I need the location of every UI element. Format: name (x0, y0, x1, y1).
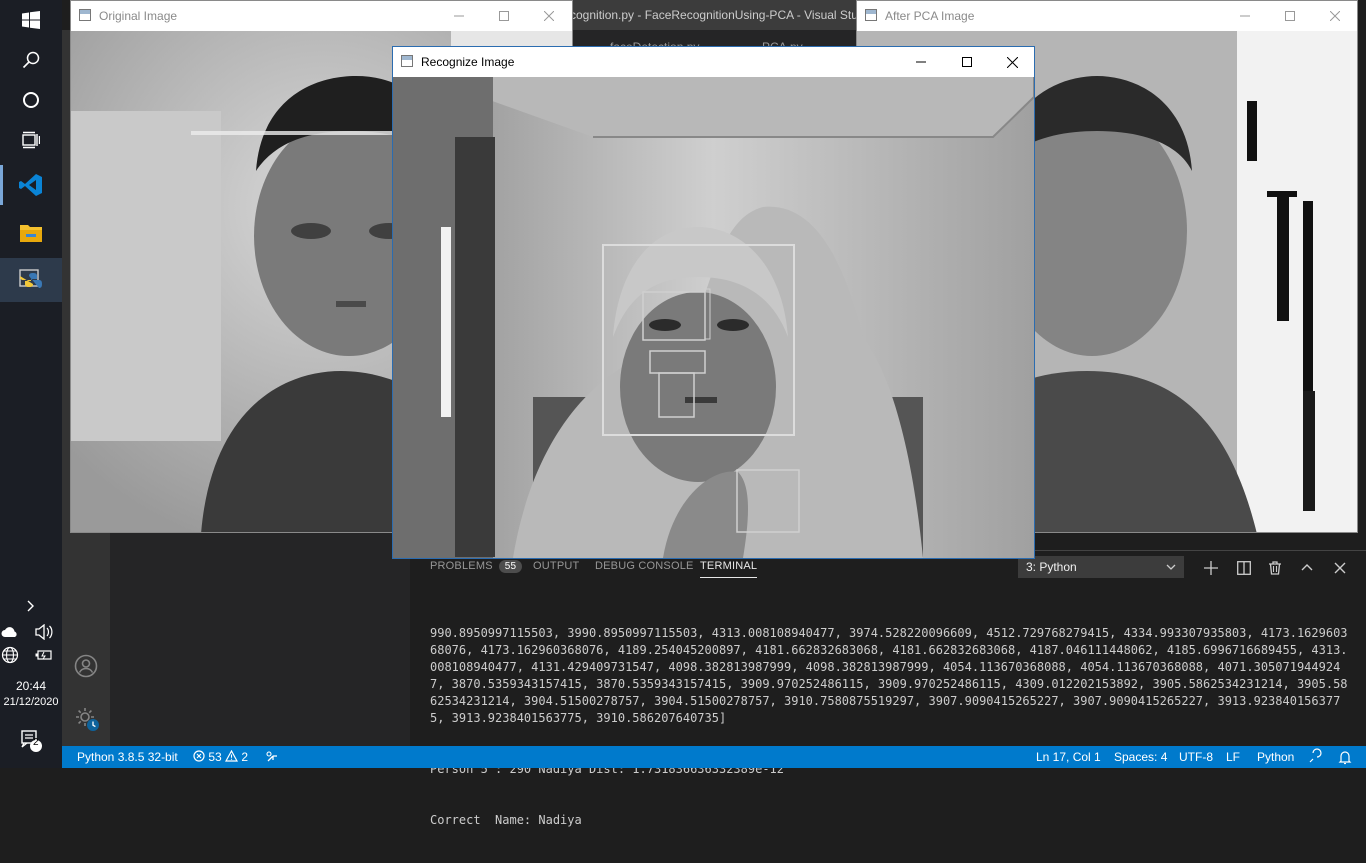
problems-status[interactable]: 53 2 (193, 746, 248, 768)
tab-debug-console[interactable]: DEBUG CONSOLE (595, 560, 694, 572)
after-pca-titlebar[interactable]: After PCA Image (857, 1, 1357, 31)
warning-icon (225, 749, 239, 764)
encoding[interactable]: UTF-8 (1179, 746, 1213, 768)
search-icon[interactable] (0, 40, 62, 80)
terminal-select[interactable]: 3: Python (1018, 556, 1184, 578)
language-mode[interactable]: Python (1257, 746, 1294, 768)
indentation[interactable]: Spaces: 4 (1114, 746, 1167, 768)
clock-time[interactable]: 20:44 (0, 679, 62, 693)
battery-icon[interactable] (24, 635, 64, 675)
warning-count: 2 (241, 750, 249, 764)
cursor-position[interactable]: Ln 17, Col 1 (1036, 746, 1101, 768)
vscode-window-title: cognition.py - FaceRecognitionUsing-PCA … (570, 0, 860, 30)
vscode-panel: PROBLEMS 55 OUTPUT DEBUG CONSOLE TERMINAL… (410, 550, 1366, 827)
original-image-titlebar[interactable]: Original Image (71, 1, 572, 31)
error-icon (193, 750, 205, 764)
split-terminal-icon[interactable] (1234, 558, 1254, 578)
tab-terminal[interactable]: TERMINAL (700, 560, 758, 578)
python-interpreter[interactable]: Python 3.8.5 32-bit (77, 746, 178, 768)
terminal-line: 990.8950997115503, 3990.8950997115503, 4… (430, 626, 1348, 725)
maximize-icon[interactable] (944, 47, 990, 77)
file-explorer-icon[interactable] (0, 212, 62, 252)
recognize-image-titlebar[interactable]: Recognize Image (393, 47, 1034, 77)
windows-start-icon[interactable] (0, 0, 62, 40)
minimize-icon[interactable] (436, 1, 482, 31)
face-photo-recognize (393, 77, 1034, 558)
terminal-select-value: 3: Python (1026, 560, 1077, 574)
close-icon[interactable] (526, 1, 572, 31)
terminal-output[interactable]: 990.8950997115503, 3990.8950997115503, 4… (430, 591, 1350, 863)
trash-icon[interactable] (1265, 558, 1285, 578)
minimize-icon[interactable] (898, 47, 944, 77)
recognize-image-title: Recognize Image (421, 55, 515, 69)
vscode-status-bar: Python 3.8.5 32-bit 53 2 Ln 17, Col 1 Sp… (62, 746, 1366, 768)
minimize-icon[interactable] (1222, 1, 1268, 31)
recognize-image-window: Recognize Image (392, 46, 1035, 559)
maximize-icon[interactable] (481, 1, 527, 31)
window-app-icon (865, 9, 877, 21)
clock-date[interactable]: 21/12/2020 (0, 696, 62, 708)
problems-count-badge: 55 (498, 560, 523, 573)
error-count: 53 (208, 750, 222, 764)
vscode-active-indicator (0, 165, 3, 205)
original-image-title: Original Image (99, 9, 178, 23)
feedback-icon[interactable] (1308, 746, 1322, 775)
terminal-line: Correct Name: Nadiya (430, 813, 582, 827)
vscode-icon[interactable] (0, 165, 62, 205)
cortana-icon[interactable] (0, 80, 62, 120)
live-share-icon[interactable] (266, 746, 280, 775)
task-view-icon[interactable] (0, 120, 62, 160)
recognize-image-view (393, 77, 1034, 558)
windows-taskbar: 20:44 21/12/2020 2 (0, 0, 62, 768)
new-terminal-icon[interactable] (1201, 558, 1221, 578)
close-icon[interactable] (1312, 1, 1358, 31)
window-app-icon (79, 9, 91, 21)
action-center-icon[interactable]: 2 (0, 720, 62, 760)
window-app-icon (401, 55, 413, 67)
end-of-line[interactable]: LF (1226, 746, 1240, 768)
python-idle-icon[interactable] (0, 258, 62, 302)
maximize-panel-icon[interactable] (1297, 558, 1317, 578)
maximize-icon[interactable] (1267, 1, 1313, 31)
close-icon[interactable] (989, 47, 1035, 77)
tab-problems[interactable]: PROBLEMS 55 (430, 560, 523, 573)
chevron-down-icon (1166, 556, 1176, 585)
close-panel-icon[interactable] (1330, 558, 1350, 578)
after-pca-title: After PCA Image (885, 9, 975, 23)
notification-count: 2 (33, 737, 39, 748)
tab-output[interactable]: OUTPUT (533, 560, 579, 572)
manage-gear-icon[interactable] (74, 706, 100, 732)
notifications-bell-icon[interactable] (1338, 746, 1352, 775)
tab-problems-label: PROBLEMS (430, 560, 493, 572)
accounts-icon[interactable] (74, 654, 98, 678)
